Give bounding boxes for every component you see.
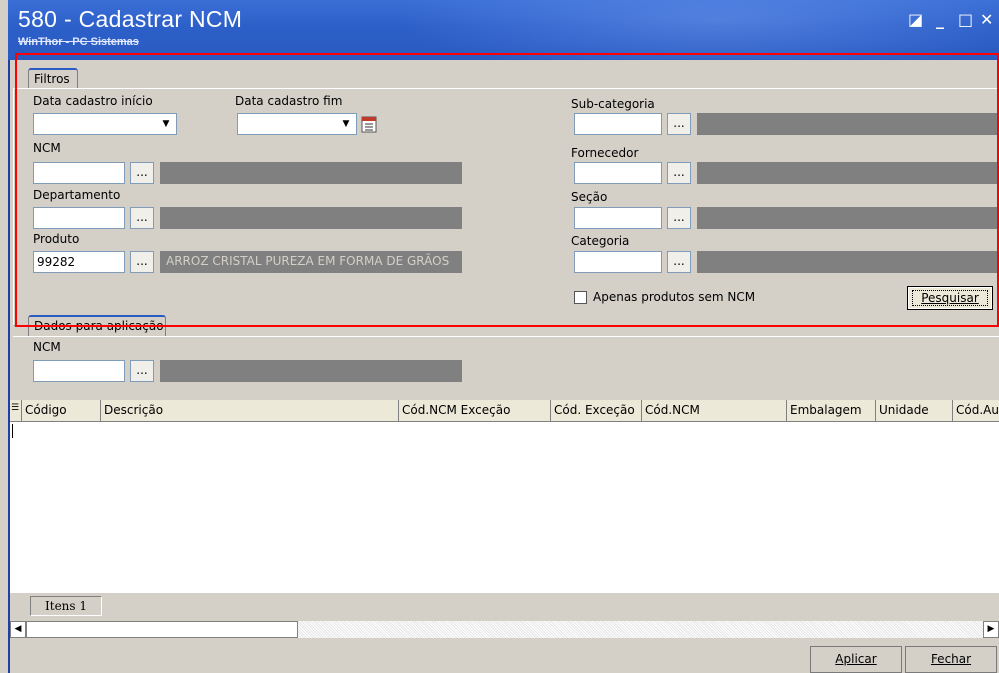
aplicacao-panel-top-line: [13, 336, 999, 337]
fechar-button[interactable]: Fechar: [905, 646, 997, 673]
ncm-field[interactable]: [33, 162, 125, 184]
close-button[interactable]: ✕: [980, 10, 993, 29]
horizontal-scrollbar[interactable]: ◀ ▶: [10, 621, 999, 638]
col-header-unidade[interactable]: Unidade: [876, 400, 953, 421]
secao-search-button[interactable]: ...: [667, 207, 691, 229]
tab-dados-aplicacao-label: Dados para aplicação: [34, 319, 164, 333]
results-grid[interactable]: ☰ Código Descrição Cód.NCM Exceção Cód. …: [10, 400, 999, 593]
col-header-cod-au[interactable]: Cód.Au: [953, 400, 999, 421]
itens-count: Itens 1: [30, 596, 102, 616]
ncm-description: [160, 162, 462, 184]
tab-filtros-label: Filtros: [34, 72, 70, 86]
bottom-bar: Aplicar Fechar: [10, 640, 999, 673]
tab-dados-aplicacao[interactable]: Dados para aplicação: [28, 315, 166, 336]
aplicacao-ncm-description: [160, 360, 462, 382]
aplicar-button[interactable]: Aplicar: [810, 646, 902, 673]
scroll-right-icon[interactable]: ▶: [983, 621, 999, 638]
data-inicio-label: Data cadastro início: [33, 94, 153, 108]
produto-field[interactable]: 99282: [33, 251, 125, 273]
ncm-search-button[interactable]: ...: [130, 162, 154, 184]
grid-cursor: [12, 424, 13, 438]
maximize-button[interactable]: □: [958, 10, 973, 29]
scroll-thumb[interactable]: [26, 621, 298, 638]
data-inicio-dropdown-icon[interactable]: ▼: [158, 115, 174, 133]
departamento-label: Departamento: [33, 188, 121, 202]
aplicacao-ncm-search-button[interactable]: ...: [130, 360, 154, 382]
categoria-field[interactable]: [574, 251, 662, 273]
departamento-field[interactable]: [33, 207, 125, 229]
secao-field[interactable]: [574, 207, 662, 229]
produto-description: ARROZ CRISTAL PUREZA EM FORMA DE GRÃOS: [160, 251, 462, 273]
status-bar: Itens 1: [10, 593, 999, 619]
window-title: 580 - Cadastrar NCM: [18, 6, 243, 32]
aplicacao-ncm-field[interactable]: [33, 360, 125, 382]
minimize-button[interactable]: _: [936, 10, 944, 29]
col-header-descricao[interactable]: Descrição: [101, 400, 399, 421]
col-header-embalagem[interactable]: Embalagem: [787, 400, 876, 421]
sub-categoria-label: Sub-categoria: [571, 97, 655, 111]
sub-categoria-field[interactable]: [574, 113, 662, 135]
ncm-label: NCM: [33, 141, 61, 155]
scroll-left-icon[interactable]: ◀: [10, 621, 26, 638]
secao-description: [697, 207, 997, 229]
data-fim-label: Data cadastro fim: [235, 94, 343, 108]
fornecedor-field[interactable]: [574, 162, 662, 184]
col-header-cod-ncm[interactable]: Cód.NCM: [642, 400, 787, 421]
sub-categoria-search-button[interactable]: ...: [667, 113, 691, 135]
title-bar-decoration: [368, 0, 999, 60]
produto-search-button[interactable]: ...: [130, 251, 154, 273]
pesquisar-button-label: Pesquisar: [912, 290, 988, 306]
window-subtitle: WinThor - PC Sistemas: [18, 36, 139, 48]
aplicar-button-label: Aplicar: [835, 652, 877, 666]
departamento-search-button[interactable]: ...: [130, 207, 154, 229]
window-left-edge: [0, 0, 8, 673]
categoria-description: [697, 251, 997, 273]
title-bar: 580 - Cadastrar NCM WinThor - PC Sistema…: [8, 0, 999, 60]
grid-menu-icon[interactable]: ☰: [10, 400, 22, 421]
tab-filtros[interactable]: Filtros: [28, 68, 78, 89]
categoria-search-button[interactable]: ...: [667, 251, 691, 273]
aplicacao-ncm-label: NCM: [33, 340, 61, 354]
data-fim-dropdown-icon[interactable]: ▼: [338, 115, 354, 133]
apenas-sem-ncm-label: Apenas produtos sem NCM: [593, 290, 756, 304]
scroll-track[interactable]: [298, 621, 983, 638]
fornecedor-search-button[interactable]: ...: [667, 162, 691, 184]
departamento-description: [160, 207, 462, 229]
col-header-cod-ncm-excecao[interactable]: Cód.NCM Exceção: [399, 400, 551, 421]
col-header-cod-excecao[interactable]: Cód. Exceção: [551, 400, 642, 421]
produto-label: Produto: [33, 232, 80, 246]
col-header-codigo[interactable]: Código: [22, 400, 101, 421]
apenas-sem-ncm-checkbox[interactable]: [574, 291, 587, 304]
data-inicio-field[interactable]: [33, 113, 177, 135]
calendar-icon[interactable]: [358, 114, 380, 134]
fornecedor-label: Fornecedor: [571, 146, 639, 160]
sub-categoria-description: [697, 113, 997, 135]
restore-icon[interactable]: ◪: [908, 10, 923, 29]
pesquisar-button[interactable]: Pesquisar: [907, 286, 993, 310]
grid-header: ☰ Código Descrição Cód.NCM Exceção Cód. …: [10, 400, 999, 422]
fornecedor-description: [697, 162, 997, 184]
categoria-label: Categoria: [571, 234, 630, 248]
secao-label: Seção: [571, 190, 608, 204]
fechar-button-label: Fechar: [930, 652, 972, 666]
